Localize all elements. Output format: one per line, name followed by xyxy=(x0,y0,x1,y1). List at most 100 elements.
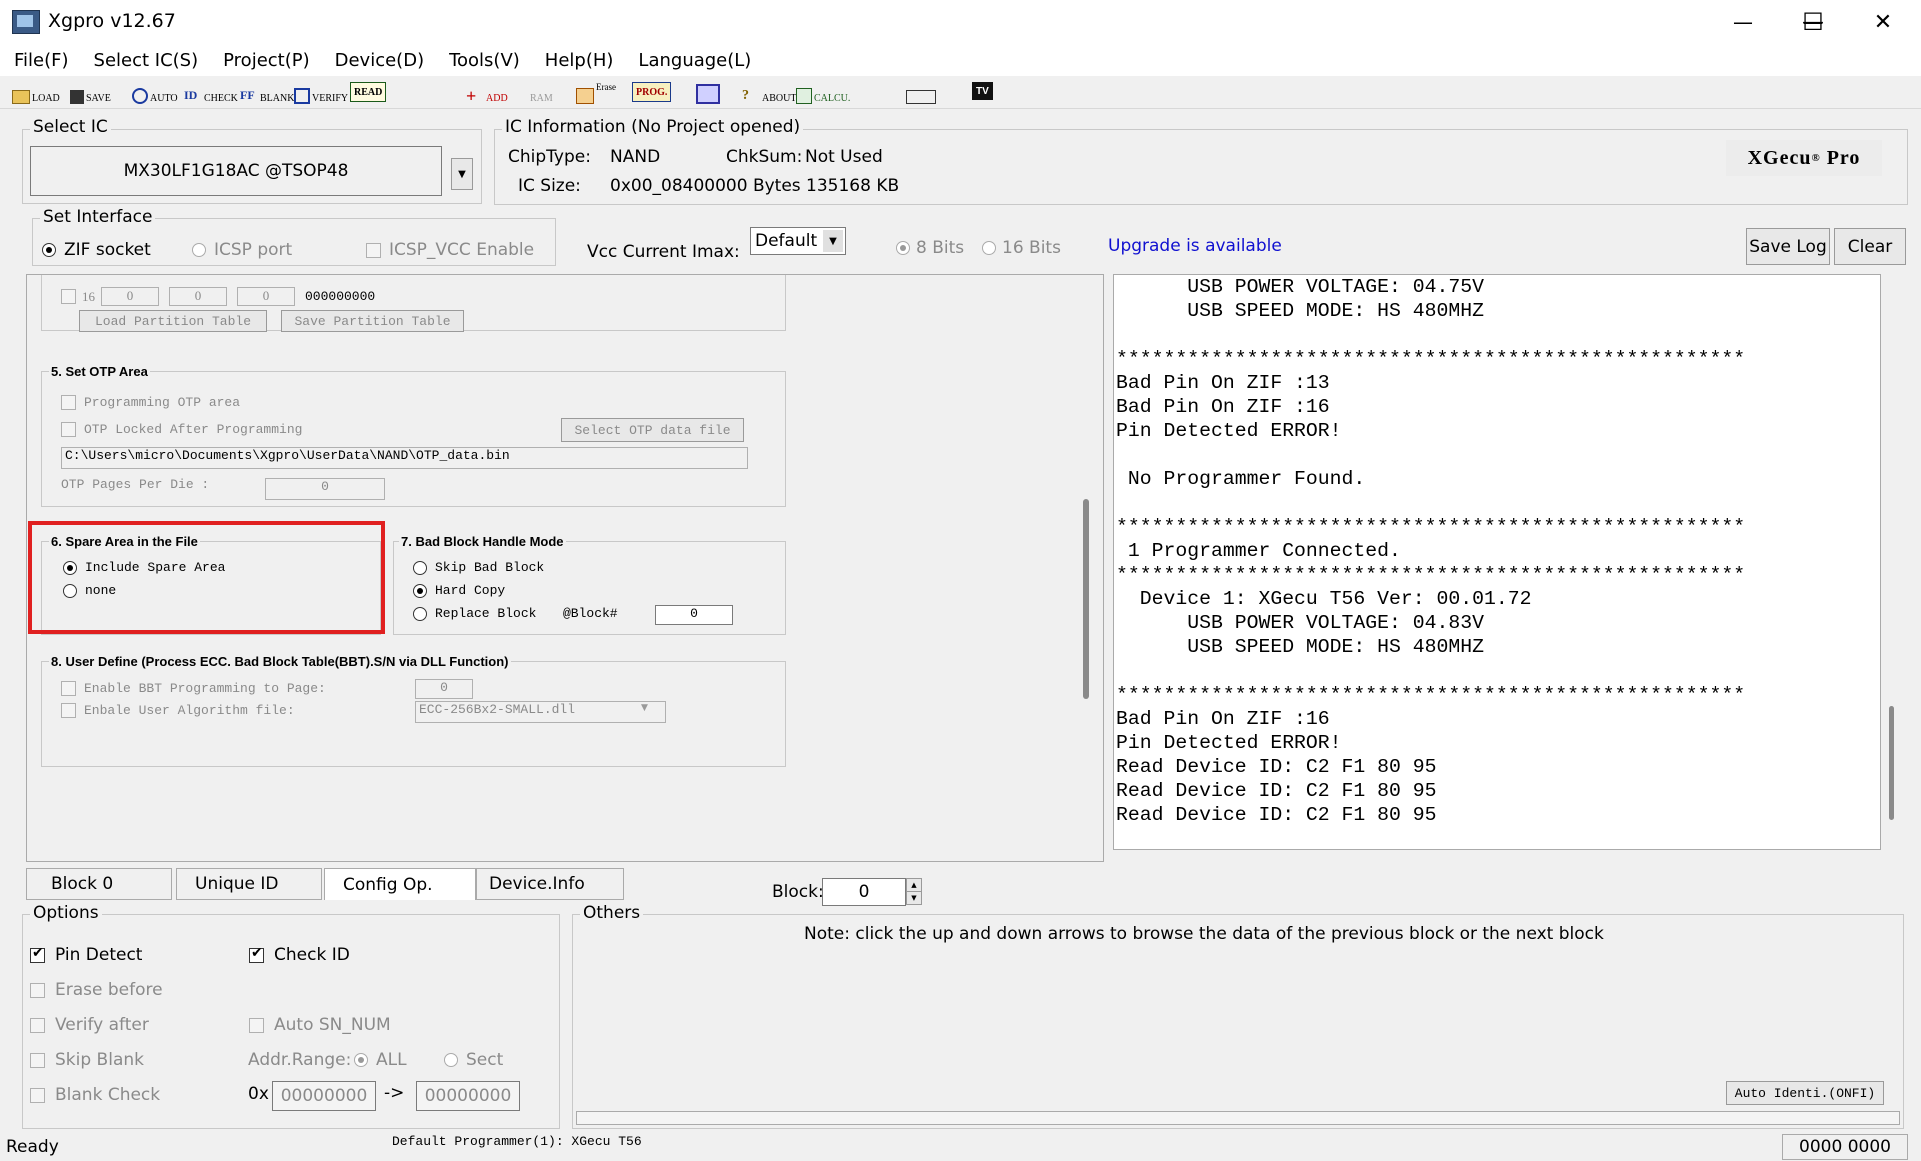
erase-button[interactable]: Erase xyxy=(576,82,616,104)
block-input[interactable]: 0 xyxy=(822,878,906,906)
toolbar: LOAD SAVE AUTO ID CHECK FF BLANK VERIFY RE… xyxy=(0,76,1921,109)
clear-button[interactable]: Clear xyxy=(1834,228,1906,265)
chiptype-label: ChipType: xyxy=(508,147,591,167)
otp-pages-field[interactable]: 0 xyxy=(265,478,385,500)
addr-sect-radio[interactable]: Sect xyxy=(444,1050,503,1070)
upgrade-link[interactable]: Upgrade is available xyxy=(1108,236,1282,256)
ic-dropdown-button[interactable]: ▼ xyxy=(451,158,473,190)
log-line: Pin Detected ERROR! xyxy=(1116,732,1342,754)
close-button[interactable]: ✕ xyxy=(1848,0,1918,44)
check-button[interactable]: ID CHECK xyxy=(184,82,238,104)
menu-file[interactable]: File(F) xyxy=(0,44,80,76)
auto-identi-button[interactable]: Auto Identi.(ONFI) xyxy=(1726,1081,1884,1105)
status-ready: Ready xyxy=(6,1137,59,1157)
icsp-port-radio[interactable]: ICSP port xyxy=(192,240,292,260)
log-line: Read Device ID: C2 F1 80 95 xyxy=(1116,804,1437,826)
algorithm-file-select[interactable]: ECC-256Bx2-SMALL.dll xyxy=(415,701,666,723)
menu-help[interactable]: Help(H) xyxy=(531,44,625,76)
log-vscroll-thumb[interactable] xyxy=(1889,706,1894,820)
load-button[interactable]: LOAD xyxy=(12,82,60,104)
logic-gate-icon xyxy=(906,90,936,104)
addr-all-radio[interactable]: ALL xyxy=(354,1050,407,1070)
partition-checkbox[interactable] xyxy=(61,289,76,304)
otp-programming-checkbox[interactable]: Programming OTP area xyxy=(61,395,240,410)
check-id-icon: ID xyxy=(184,88,198,102)
bbt-page-field[interactable]: 0 xyxy=(415,679,473,699)
block-number-field[interactable]: 0 xyxy=(655,605,733,625)
others-note: Note: click the up and down arrows to br… xyxy=(804,924,1604,944)
tab-config-op[interactable]: Config Op. xyxy=(324,868,476,900)
check-id-checkbox[interactable]: Check ID xyxy=(249,945,350,965)
addr-to-field[interactable]: 00000000 xyxy=(416,1081,520,1111)
about-button[interactable]: ? ABOUT xyxy=(742,82,796,104)
otp-path-field[interactable]: C:\Users\micro\Documents\Xgpro\UserData\… xyxy=(61,447,748,469)
pin-detect-checkbox[interactable]: Pin Detect xyxy=(30,945,142,965)
tab-device-info[interactable]: Device.Info xyxy=(476,868,624,900)
enable-bbt-checkbox[interactable]: Enable BBT Programming to Page: xyxy=(61,681,326,696)
partition-field-2[interactable]: 0 xyxy=(169,287,227,306)
block-number-label: @Block# xyxy=(563,606,618,621)
block-down-button[interactable]: ▼ xyxy=(906,891,922,905)
log-line: Read Device ID: C2 F1 80 95 xyxy=(1116,756,1437,778)
verify-button[interactable]: VERIFY xyxy=(294,82,348,104)
hex-prefix: 0x xyxy=(248,1084,269,1104)
save-button[interactable]: SAVE xyxy=(70,82,111,104)
icsize-value: 0x00_08400000 Bytes 135168 KB xyxy=(610,176,900,196)
blank-check-checkbox[interactable]: Blank Check xyxy=(30,1085,160,1105)
otp-locked-checkbox[interactable]: OTP Locked After Programming xyxy=(61,422,302,437)
save-log-button[interactable]: Save Log xyxy=(1746,228,1830,265)
ic-name-field[interactable]: MX30LF1G18AC @TSOP48 xyxy=(30,146,442,196)
verify-after-checkbox[interactable]: Verify after xyxy=(30,1015,149,1035)
blank-button[interactable]: FF BLANK xyxy=(240,82,294,104)
tab-unique-id[interactable]: Unique ID xyxy=(176,868,322,900)
tv-button[interactable]: TV xyxy=(972,82,993,100)
add-button[interactable]: + ADD xyxy=(466,82,508,105)
minimize-button-main[interactable]: — xyxy=(1708,0,1778,44)
skip-bad-block-radio[interactable]: Skip Bad Block xyxy=(413,560,544,575)
erase-before-checkbox[interactable]: Erase before xyxy=(30,980,163,1000)
hard-copy-radio[interactable]: Hard Copy xyxy=(413,583,505,598)
menu-select-ic[interactable]: Select IC(S) xyxy=(80,44,210,76)
config-panel: 16 0 0 0 000000000 Load Partition Table … xyxy=(26,274,1104,862)
block-up-button[interactable]: ▲ xyxy=(906,878,922,892)
maximize-button[interactable]: ☐ xyxy=(1778,0,1848,44)
logic-button[interactable] xyxy=(906,82,938,104)
calcu-button[interactable]: CALCU. xyxy=(796,82,850,104)
menu-project[interactable]: Project(P) xyxy=(209,44,320,76)
include-spare-radio[interactable]: Include Spare Area xyxy=(63,560,225,575)
question-icon: ? xyxy=(742,88,749,103)
menu-language[interactable]: Language(L) xyxy=(624,44,762,76)
config-scrollbar-thumb[interactable] xyxy=(1083,499,1089,699)
status-counter: 0000 0000 xyxy=(1782,1134,1908,1160)
read-button[interactable]: READ xyxy=(350,82,387,102)
addr-from-field[interactable]: 00000000 xyxy=(272,1081,376,1111)
vcc-dropdown-arrow[interactable]: ▼ xyxy=(823,230,843,252)
spare-none-radio[interactable]: none xyxy=(63,583,116,598)
replace-block-radio[interactable]: Replace Block xyxy=(413,606,536,621)
select-otp-file-button[interactable]: Select OTP data file xyxy=(561,418,744,442)
block-label: Block: xyxy=(772,882,824,902)
log-line: No Programmer Found. xyxy=(1116,468,1366,490)
zif-socket-radio[interactable]: ZIF socket xyxy=(42,240,151,260)
user-algorithm-checkbox[interactable]: Enbale User Algorithm file: xyxy=(61,703,295,718)
log-line: Bad Pin On ZIF :16 xyxy=(1116,396,1330,418)
prog-button[interactable]: PROG. xyxy=(632,82,672,102)
chip-button[interactable] xyxy=(696,82,722,104)
16bits-radio[interactable]: 16 Bits xyxy=(982,238,1061,258)
skip-blank-checkbox[interactable]: Skip Blank xyxy=(30,1050,144,1070)
auto-sn-checkbox[interactable]: Auto SN_NUM xyxy=(249,1015,391,1035)
auto-button[interactable]: AUTO xyxy=(132,82,178,104)
partition-field-3[interactable]: 0 xyxy=(237,287,295,306)
partition-field-1[interactable]: 0 xyxy=(101,287,159,306)
menu-tools[interactable]: Tools(V) xyxy=(435,44,531,76)
save-partition-button[interactable]: Save Partition Table xyxy=(281,310,464,332)
icsp-vcc-checkbox[interactable]: ICSP_VCC Enable xyxy=(366,240,534,260)
menu-device[interactable]: Device(D) xyxy=(321,44,435,76)
8bits-radio[interactable]: 8 Bits xyxy=(896,238,964,258)
tab-block-0[interactable]: Block 0 xyxy=(26,868,172,900)
load-partition-button[interactable]: Load Partition Table xyxy=(79,310,267,332)
ram-button[interactable]: RAM xyxy=(530,82,553,104)
log-line: USB POWER VOLTAGE: 04.83V xyxy=(1116,612,1484,634)
